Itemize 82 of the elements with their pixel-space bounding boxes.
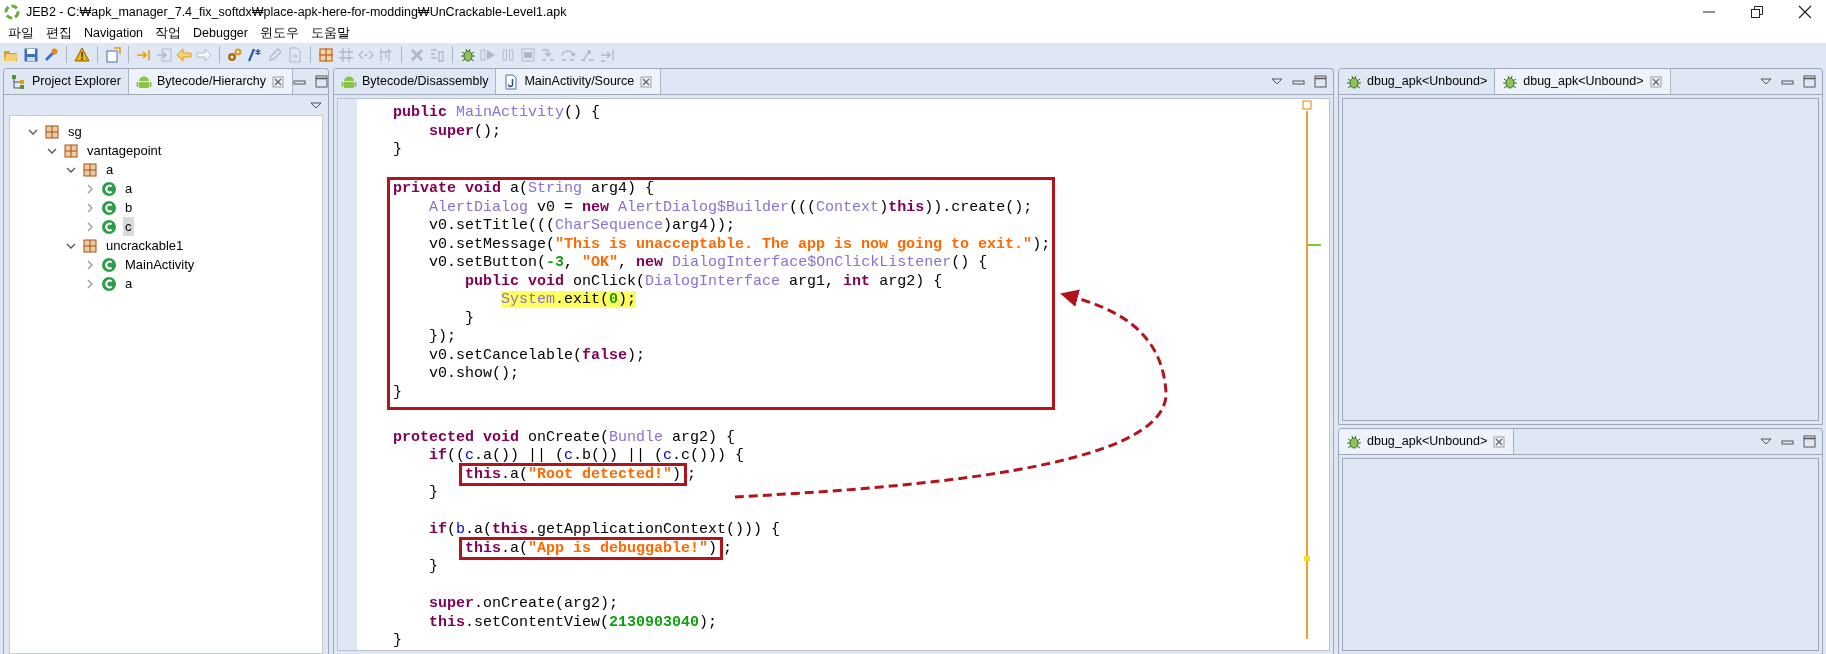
menu-item[interactable]: Debugger [187,24,254,43]
menu-item[interactable]: Navigation [78,24,150,43]
bug-icon[interactable] [460,46,476,63]
view-menu-icon[interactable] [310,100,322,110]
tab[interactable]: Bytecode/Hierarchy [128,69,293,94]
tree-item[interactable]: b [123,197,135,218]
code-line: if(b.a(this.getApplicationContext())) { [428,521,782,540]
tree-item[interactable]: a [123,178,135,199]
code-line: v0.show(); [428,365,521,384]
tree-item[interactable]: sg [66,121,84,142]
code-line: } [428,558,439,577]
tree-item[interactable]: uncrackable1 [104,235,186,256]
code-line: this.setContentView(2130903040); [428,613,719,632]
code-line: } [464,309,476,328]
wrench-icon[interactable] [43,46,59,63]
menu-item[interactable]: 편집 [40,24,78,43]
menu-item[interactable]: 윈도우 [254,24,305,43]
package-icon [82,161,98,178]
code-line: super(); [428,122,503,141]
code-line: v0.setButton(-3, "OK", new DialogInterface$OnClickListener() { [428,254,989,273]
tab[interactable]: MainActivity/Source [496,69,662,94]
code-line: }); [428,328,458,347]
restore-icon[interactable] [1750,5,1764,19]
comment-icon[interactable] [247,46,263,63]
code-line: v0.setMessage("This is unacceptable. The app is now going to exit."); [428,235,1052,254]
menu-item[interactable]: 작업 [149,24,188,43]
code-line: private void a(String arg4) { [392,180,656,199]
close-icon[interactable] [1798,5,1812,19]
bug-icon [1346,433,1362,450]
warning-icon[interactable] [74,46,90,63]
file-icon [503,73,520,90]
app-logo-icon [4,4,20,20]
class-icon [101,256,117,273]
tree-item[interactable]: a [123,273,135,294]
package-icon [82,237,98,254]
tree-item[interactable]: c [123,216,134,237]
code-line: protected void onCreate(Bundle arg2) { [392,428,737,447]
maximize-icon[interactable] [1314,75,1327,88]
bug-icon [1502,73,1519,90]
package-icon [63,142,79,159]
view-menu-icon[interactable] [1271,77,1283,86]
package-icon [44,123,60,140]
view-menu-icon[interactable] [1760,77,1772,86]
code-line: this.a("Root detected!") ; [357,465,1299,484]
code-line: super.onCreate(arg2); [428,595,620,614]
code-line: AlertDialog v0 = new AlertDialog$Builder(((Context)this)).create(); [428,198,1034,217]
menu-item[interactable]: 도움말 [305,24,356,43]
code-line: v0.setTitle(((CharSequence)arg4)); [428,217,737,236]
tab[interactable]: dbug_apk<Unbound> [1495,69,1671,94]
maximize-icon[interactable] [1803,435,1816,448]
tab[interactable]: Project Explorer [4,69,129,94]
class-icon [101,180,117,197]
code-line: public void onClick(DialogInterface arg1, int arg2) { [464,272,944,291]
class-icon [101,275,117,292]
tree-item[interactable]: a [104,159,116,180]
code-line: } [428,484,439,503]
gears-icon[interactable] [227,46,243,63]
save-icon[interactable] [23,46,39,63]
code-line: } [392,632,403,650]
maximize-icon[interactable] [315,75,328,88]
code-line: if((c.a()) || (c.b()) || (c.c())) { [428,447,746,466]
bug-icon [1346,73,1362,90]
window-title: JEB2 - C:₩apk_manager_7.4_fix_softdx₩place-apk-here-for-modding₩UnCrackable-Level1.apk [26,3,567,21]
code-line: this.a("App is debuggable!") ; [357,539,1299,558]
maximize-icon[interactable] [1803,75,1816,88]
grid-icon[interactable] [318,46,334,63]
code-line: v0.setCancelable(false); [428,346,647,365]
code-line: } [392,141,403,160]
view-menu-icon[interactable] [1760,437,1772,446]
code-line: } [392,383,403,402]
export-icon[interactable] [105,46,121,63]
tree-item[interactable]: MainActivity [123,254,197,275]
menu-item[interactable]: 파일 [2,24,40,43]
tab[interactable]: dbug_apk<Unbound> [1339,69,1496,94]
tree-item[interactable]: vantagepoint [85,140,164,161]
left-arrow-icon[interactable] [176,46,192,63]
tab[interactable]: dbug_apk<Unbound> [1339,429,1515,454]
tab[interactable]: Bytecode/Disassembly [334,69,497,94]
code-line: public MainActivity() { [392,104,602,123]
tree-icon [11,73,27,90]
class-icon [101,218,117,235]
class-icon [101,199,117,216]
